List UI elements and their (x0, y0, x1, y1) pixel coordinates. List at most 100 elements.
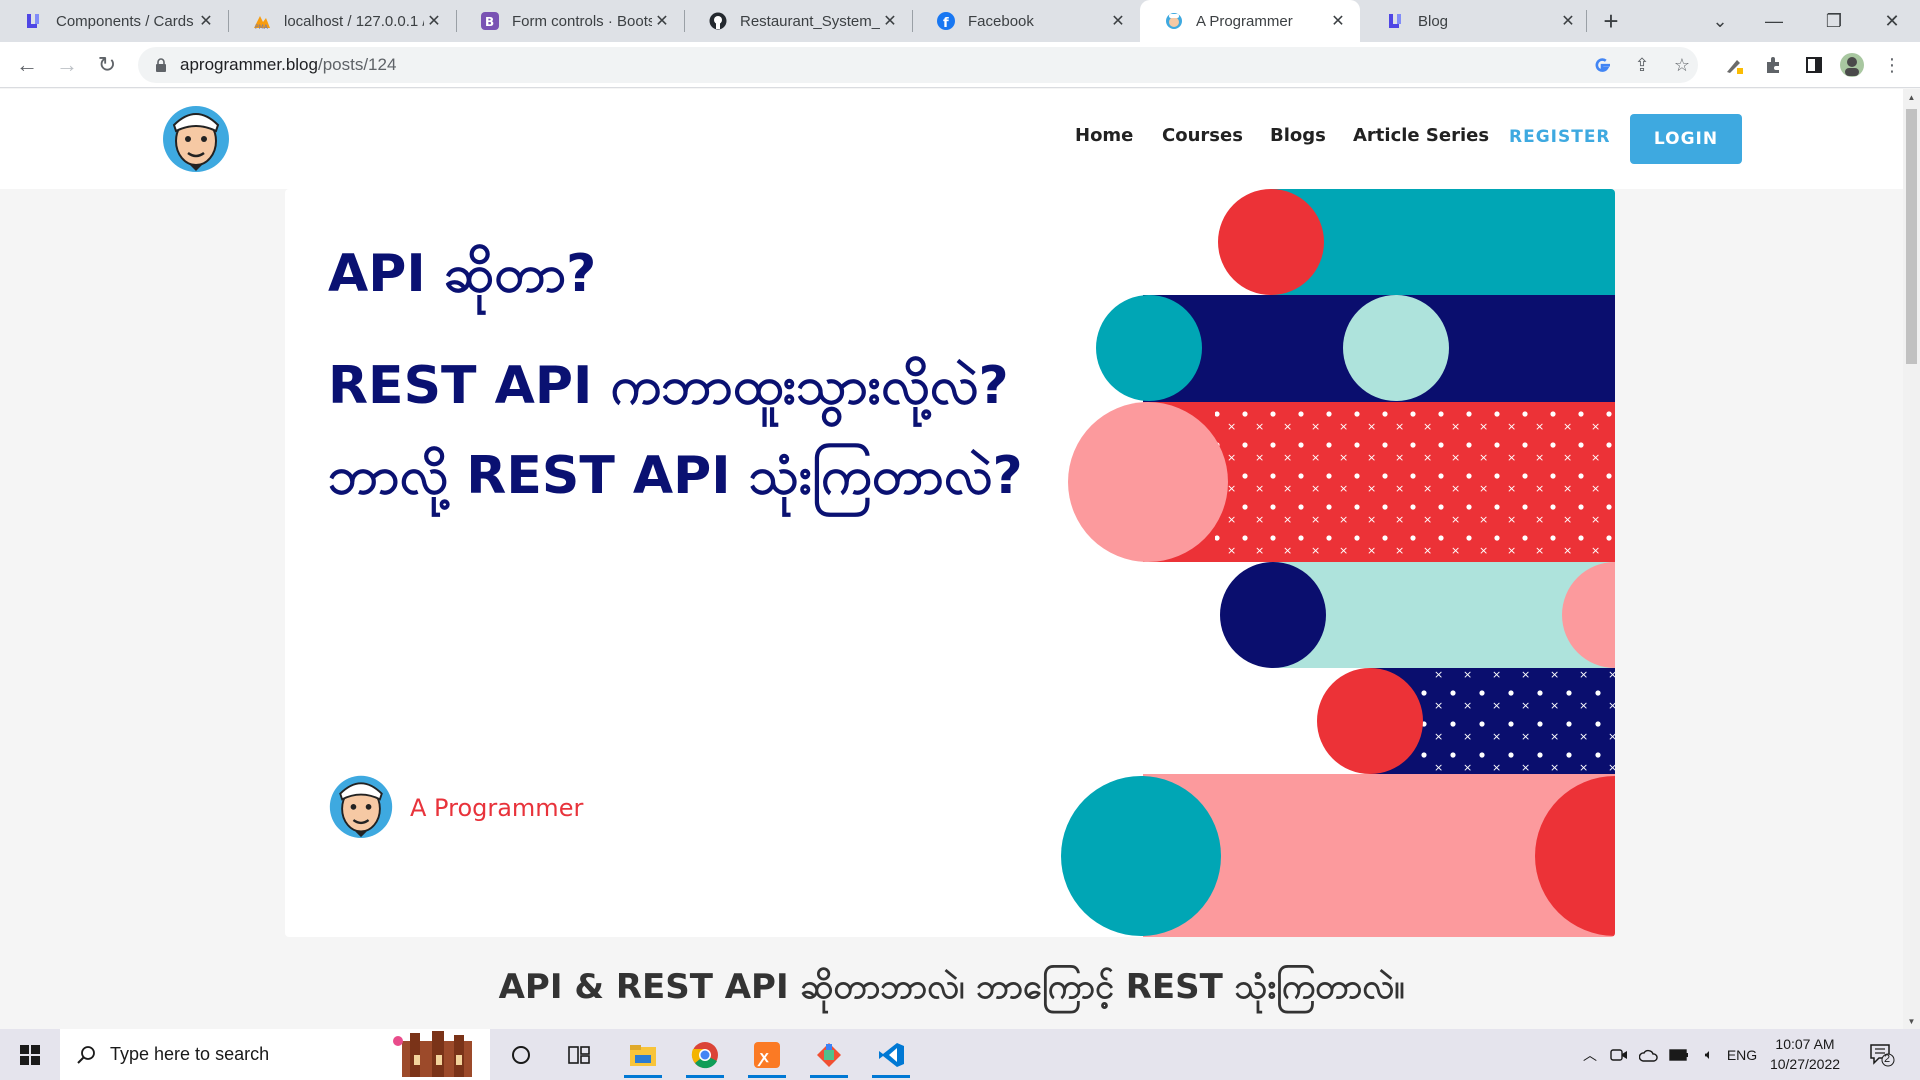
taskbar-search-box[interactable]: Type here to search (60, 1029, 490, 1080)
restore-icon[interactable]: ❐ (1804, 0, 1864, 42)
programmer-mascot-icon (163, 106, 229, 172)
scroll-up-arrow-icon[interactable]: ▲ (1903, 89, 1920, 105)
nav-courses-link[interactable]: Courses (1162, 125, 1243, 146)
tab-title: Facebook (968, 12, 1034, 30)
clock-date: 10/27/2022 (1769, 1056, 1841, 1072)
scrollbar-thumb[interactable] (1906, 109, 1917, 364)
extensions-puzzle-icon[interactable] (1760, 51, 1788, 79)
tab-divider (1586, 10, 1587, 32)
clock-time: 10:07 AM (1775, 1036, 1835, 1052)
show-hidden-icons-chevron-icon[interactable]: ︿ (1578, 1029, 1602, 1080)
scroll-down-arrow-icon[interactable]: ▼ (1903, 1013, 1920, 1029)
teal-circle-large (1061, 776, 1221, 936)
teal-circle (1096, 295, 1202, 401)
address-bar[interactable]: aprogrammer.blog/posts/124 (138, 47, 1698, 83)
close-window-icon[interactable]: ✕ (1862, 0, 1920, 42)
close-tab-icon[interactable]: ✕ (880, 11, 900, 31)
svg-text:f: f (943, 16, 949, 30)
reload-icon[interactable]: ↻ (92, 50, 122, 80)
git-tool-icon[interactable] (802, 1029, 856, 1080)
cortana-circle-icon[interactable] (494, 1029, 548, 1080)
xampp-icon[interactable]: ꭗ (740, 1029, 794, 1080)
aprogrammer-favicon-icon (1164, 11, 1184, 31)
windows-start-icon[interactable] (0, 1029, 60, 1080)
tab-components-cards[interactable]: Components / Cards ✕ (0, 0, 228, 42)
page-scrollbar[interactable]: ▲ ▼ (1903, 89, 1920, 1029)
author-avatar (327, 769, 395, 841)
battery-icon[interactable] (1666, 1029, 1692, 1080)
tab-title: A Programmer (1196, 12, 1293, 30)
navy-circle (1220, 562, 1326, 668)
taskbar-clock[interactable]: 10:07 AM 10/27/2022 (1760, 1034, 1850, 1074)
vscode-icon[interactable] (864, 1029, 918, 1080)
close-tab-icon[interactable]: ✕ (424, 11, 444, 31)
extension-pen-icon[interactable] (1720, 51, 1748, 79)
volume-speaker-icon[interactable]: 🔈︎ (1696, 1029, 1722, 1080)
bookmark-star-icon[interactable]: ☆ (1668, 51, 1696, 79)
site-logo[interactable] (160, 101, 232, 173)
tab-phpmyadmin[interactable]: PMA localhost / 127.0.0.1 / ✕ (228, 0, 456, 42)
svg-text:B: B (485, 15, 494, 29)
browser-toolbar: ← → ↻ aprogrammer.blog/posts/124 ⇪ ☆ ⋮ (0, 42, 1920, 88)
login-button[interactable]: LOGIN (1630, 114, 1742, 164)
input-language-indicator[interactable]: ENG (1722, 1029, 1762, 1080)
url-text[interactable]: aprogrammer.blog/posts/124 (180, 55, 396, 75)
close-tab-icon[interactable]: ✕ (196, 11, 216, 31)
onedrive-cloud-icon[interactable] (1636, 1029, 1662, 1080)
hero-title-line-3: ဘာလို့ REST API သုံးကြတာလဲ? (328, 446, 1023, 506)
tab-title: Blog (1418, 12, 1449, 30)
google-icon[interactable] (1588, 51, 1616, 79)
tab-a-programmer[interactable]: A Programmer ✕ (1140, 0, 1360, 42)
red-circle-small (1317, 668, 1423, 774)
tab-blog[interactable]: Blog ✕ (1362, 0, 1590, 42)
nav-article-series-link[interactable]: Article Series (1353, 125, 1489, 146)
url-host: aprogrammer.blog (180, 55, 318, 74)
task-view-icon[interactable] (552, 1029, 606, 1080)
laravel-style-logo-icon (24, 11, 44, 31)
register-link[interactable]: REGISTER (1509, 127, 1611, 147)
tab-facebook[interactable]: f Facebook ✕ (912, 0, 1140, 42)
pink-circle (1068, 402, 1228, 562)
nav-home-link[interactable]: Home (1075, 125, 1133, 146)
laravel-style-logo-icon (1386, 11, 1406, 31)
tab-title: Form controls · Boots (512, 12, 652, 30)
phpmyadmin-icon: PMA (252, 11, 272, 31)
new-tab-button[interactable]: + (1597, 0, 1625, 42)
programmer-mascot-icon (329, 775, 393, 839)
side-panel-icon[interactable] (1800, 51, 1828, 79)
close-tab-icon[interactable]: ✕ (1558, 11, 1578, 31)
chrome-menu-icon[interactable]: ⋮ (1878, 51, 1906, 79)
post-title: API & REST API ဆိုတာဘာလဲ၊ ဘာကြောင့် REST… (498, 967, 1405, 1007)
lock-icon[interactable] (152, 58, 170, 72)
tab-title: Components / Cards (56, 12, 194, 30)
tab-github-restaurant-system[interactable]: Restaurant_System_La ✕ (684, 0, 912, 42)
search-icon (74, 1045, 98, 1065)
close-tab-icon[interactable]: ✕ (1328, 11, 1348, 31)
tab-search-chevron-icon[interactable]: ⌄ (1690, 0, 1750, 42)
back-arrow-icon[interactable]: ← (12, 50, 42, 80)
windows-taskbar: Type here to search ꭗ ︿ 🔈︎ ENG 10:07 AM … (0, 1029, 1920, 1080)
facebook-icon: f (936, 11, 956, 31)
forward-arrow-icon[interactable]: → (52, 50, 82, 80)
notification-center-icon[interactable]: 2 (1862, 1029, 1902, 1080)
tab-title: localhost / 127.0.0.1 / (284, 12, 424, 30)
profile-avatar[interactable] (1838, 51, 1866, 79)
tab-bootstrap-form-controls[interactable]: B Form controls · Boots ✕ (456, 0, 684, 42)
nav-blogs-link[interactable]: Blogs (1270, 125, 1326, 146)
github-icon (708, 11, 728, 31)
svg-text:PMA: PMA (255, 24, 269, 30)
tab-title: Restaurant_System_La (740, 12, 880, 30)
share-icon[interactable]: ⇪ (1628, 51, 1656, 79)
file-explorer-icon[interactable] (616, 1029, 670, 1080)
minimize-icon[interactable]: — (1744, 0, 1804, 42)
author-name[interactable]: A Programmer (410, 794, 583, 822)
meet-now-icon[interactable] (1606, 1029, 1632, 1080)
close-tab-icon[interactable]: ✕ (1108, 11, 1128, 31)
red-circle (1218, 189, 1324, 295)
red-dot-pattern (1215, 402, 1615, 562)
page-viewport: Home Courses Blogs Article Series REGIST… (0, 89, 1903, 1029)
chrome-icon[interactable] (678, 1029, 732, 1080)
search-highlight-illustration (393, 1031, 472, 1077)
close-tab-icon[interactable]: ✕ (652, 11, 672, 31)
notification-count-badge: 2 (1884, 1053, 1891, 1065)
